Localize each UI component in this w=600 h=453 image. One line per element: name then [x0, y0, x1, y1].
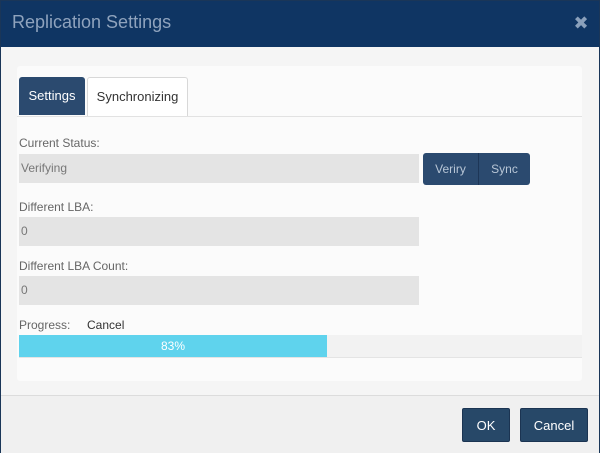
current-status-field: Verifying	[19, 154, 419, 183]
different-lba-count-field: 0	[19, 276, 419, 305]
current-status-label: Current Status:	[19, 136, 100, 150]
different-lba-count-label: Different LBA Count:	[19, 259, 129, 273]
progress-bar-fill: 83%	[19, 335, 327, 357]
verify-sync-button-group: Veriry Sync	[423, 153, 530, 185]
sync-button[interactable]: Sync	[479, 153, 530, 185]
progress-bar: 83%	[19, 335, 582, 358]
replication-settings-dialog: Replication Settings ✖ Settings Synchron…	[0, 0, 600, 453]
settings-panel: Settings Synchronizing Current Status: V…	[17, 66, 582, 381]
dialog-title: Replication Settings	[12, 12, 172, 32]
close-icon[interactable]: ✖	[573, 14, 589, 32]
dialog-body: Settings Synchronizing Current Status: V…	[1, 47, 599, 395]
tab-settings[interactable]: Settings	[19, 77, 85, 115]
different-lba-field: 0	[19, 217, 419, 246]
different-lba-label: Different LBA:	[19, 200, 94, 214]
dialog-titlebar: Replication Settings ✖	[1, 1, 599, 47]
progress-cancel-link[interactable]: Cancel	[87, 318, 124, 332]
dialog-footer: OK Cancel	[1, 395, 599, 453]
tab-synchronizing[interactable]: Synchronizing	[87, 77, 188, 116]
ok-button[interactable]: OK	[462, 408, 510, 442]
tab-bar: Settings Synchronizing	[17, 66, 582, 117]
progress-label: Progress:	[19, 318, 71, 332]
cancel-button[interactable]: Cancel	[520, 408, 588, 442]
verify-button[interactable]: Veriry	[423, 153, 479, 185]
